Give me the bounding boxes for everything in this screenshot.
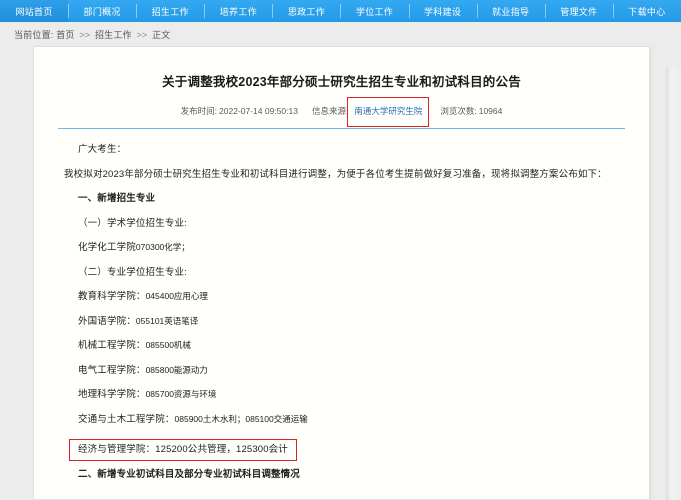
professional-major-item: 地理科学学院：085700资源与环境: [64, 390, 619, 400]
nav-item-employment[interactable]: 就业指导: [476, 0, 545, 22]
major-codes: 055101英语笔译: [135, 315, 199, 326]
article-header: 关于调整我校2023年部分硕士研究生招生专业和初试科目的公告 发布时间: 202…: [34, 47, 649, 129]
major-codes: 085700资源与环境: [145, 389, 217, 399]
academic-college-name: 化学化工学院: [78, 242, 136, 253]
article-meta: 发布时间: 2022-07-14 09:50:13 信息来源: 南通大学研究生院…: [58, 97, 625, 127]
professional-major-item: 机械工程学院：085500机械: [64, 341, 619, 351]
college-name: 地理科学学院：: [78, 389, 146, 400]
nav-item-degree[interactable]: 学位工作: [340, 0, 408, 22]
source-link[interactable]: 南通大学研究生院: [350, 103, 426, 119]
nav-item-label: 思政工作: [287, 6, 326, 17]
subsection-professional-heading: （二）专业学位招生专业:: [78, 266, 187, 278]
major-codes: 045400应用心理: [145, 291, 208, 301]
breadcrumb-item-home[interactable]: 首页: [56, 30, 74, 40]
professional-major-item: 教育科学学院：045400应用心理: [64, 292, 619, 302]
section-two-heading: 二、新增专业初试科目及部分专业初试科目调整情况: [78, 468, 300, 480]
page-area: 关于调整我校2023年部分硕士研究生招生专业和初试科目的公告 发布时间: 202…: [0, 46, 681, 500]
highlighted-major-item: 经济与管理学院：125200公共管理，125300会计: [69, 439, 297, 461]
section-one-heading: 一、新增招生专业: [78, 193, 156, 204]
nav-item-label: 学位工作: [355, 6, 394, 17]
highlighted-major-text: 经济与管理学院：125200公共管理，125300会计: [78, 444, 288, 455]
source-group: 信息来源: 南通大学研究生院: [311, 97, 430, 127]
breadcrumb-item-article: 正文: [152, 29, 171, 40]
nav-item-label: 下载中心: [628, 6, 666, 17]
nav-item-training[interactable]: 培养工作: [204, 0, 272, 22]
publish-time-value: 2022-07-14 09:50:13: [219, 106, 298, 116]
nav-item-label: 学科建设: [424, 6, 462, 17]
intro-paragraph: 我校拟对2023年部分硕士研究生招生专业和初试科目进行调整，为便于各位考生提前做…: [64, 168, 607, 180]
nav-item-ideology[interactable]: 思政工作: [272, 0, 340, 22]
nav-item-label: 部门概况: [83, 6, 121, 17]
breadcrumb-prefix: 当前位置:: [14, 29, 54, 40]
breadcrumb-item-admissions[interactable]: 招生工作: [95, 30, 132, 40]
nav-item-label: 就业指导: [492, 6, 530, 17]
academic-major-item: 化学化工学院070300化学；: [64, 243, 619, 253]
nav-item-discipline[interactable]: 学科建设: [408, 0, 477, 22]
page-title: 关于调整我校2023年部分硕士研究生招生专业和初试科目的公告: [162, 75, 521, 89]
views-group: 浏览次数: 10964: [440, 105, 502, 117]
salutation: 广大考生：: [78, 144, 127, 155]
source-label: 信息来源:: [311, 106, 349, 116]
page-right-edge: [666, 68, 681, 500]
major-codes: 085800能源动力: [145, 364, 208, 375]
professional-major-item: 交通与土木工程学院：085900土木水利；085100交通运输: [64, 413, 619, 425]
subsection-academic-heading: （一）学术学位招生专业:: [78, 217, 187, 229]
college-name: 外国语学院：: [78, 315, 136, 327]
nav-item-admissions[interactable]: 招生工作: [136, 0, 204, 22]
breadcrumb-separator: >>: [136, 29, 148, 40]
breadcrumb-separator: >>: [79, 29, 91, 40]
nav-item-documents[interactable]: 管理文件: [544, 0, 613, 22]
college-name: 机械工程学院：: [78, 340, 146, 351]
nav-item-department-overview[interactable]: 部门概况: [68, 0, 136, 22]
nav-item-downloads[interactable]: 下载中心: [612, 0, 681, 22]
nav-item-home[interactable]: 网站首页: [0, 0, 69, 22]
publish-time-label: 发布时间:: [180, 106, 218, 116]
professional-major-item: 外国语学院：055101英语笔译: [64, 315, 619, 327]
breadcrumb: 当前位置: 首页 >> 招生工作 >> 正文: [14, 28, 171, 41]
main-navigation: 网站首页 部门概况 招生工作 培养工作 思政工作 学位工作 学科建设 就业指导 …: [0, 0, 681, 22]
nav-item-label: 招生工作: [151, 6, 189, 17]
nav-item-label: 网站首页: [15, 6, 53, 17]
major-codes: 085500机械: [145, 340, 191, 350]
college-name: 电气工程学院：: [78, 364, 146, 376]
breadcrumb-bar: 当前位置: 首页 >> 招生工作 >> 正文: [0, 22, 681, 46]
article-body: 广大考生： 我校拟对2023年部分硕士研究生招生专业和初试科目进行调整，为便于各…: [34, 129, 649, 479]
major-codes: 085900土木水利；085100交通运输: [174, 413, 308, 424]
views-count: 10964: [478, 106, 503, 116]
article-card: 关于调整我校2023年部分硕士研究生招生专业和初试科目的公告 发布时间: 202…: [33, 46, 650, 500]
views-label: 浏览次数:: [440, 106, 477, 116]
professional-major-item: 电气工程学院：085800能源动力: [64, 364, 619, 376]
nav-item-label: 管理文件: [560, 6, 598, 17]
academic-major-codes: 070300化学；: [135, 242, 190, 252]
source-highlight-wrapper: 南通大学研究生院: [347, 97, 430, 127]
college-name: 教育科学学院：: [78, 291, 146, 302]
publish-time-group: 发布时间: 2022-07-14 09:50:13: [181, 105, 298, 117]
college-name: 交通与土木工程学院：: [78, 413, 175, 425]
nav-item-label: 培养工作: [219, 6, 257, 17]
